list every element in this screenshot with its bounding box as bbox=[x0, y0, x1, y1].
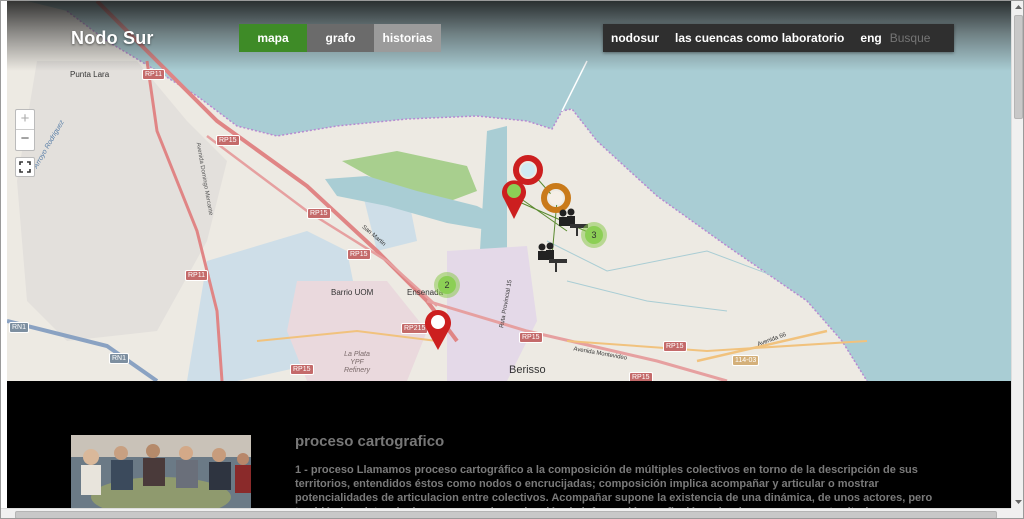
top-nav: nodosur las cuencas como laboratorio eng bbox=[603, 24, 954, 52]
view-tabs: mapa grafo historias bbox=[239, 24, 441, 52]
vertical-scrollbar[interactable] bbox=[1011, 1, 1024, 508]
section-title: proceso cartografico bbox=[295, 433, 445, 450]
nav-link-eng[interactable]: eng bbox=[852, 31, 889, 45]
road-shield: RP15 bbox=[519, 332, 543, 343]
marker-cluster[interactable]: 2 bbox=[434, 272, 460, 298]
map-pin-red[interactable] bbox=[499, 175, 529, 221]
tab-historias[interactable]: historias bbox=[374, 24, 441, 52]
zoom-out-button[interactable]: − bbox=[16, 130, 34, 150]
road-shield: RN1 bbox=[109, 353, 130, 364]
marker-cluster[interactable]: 3 bbox=[581, 222, 607, 248]
map-label-punta-lara: Punta Lara bbox=[70, 70, 110, 79]
road-shield: RP15 bbox=[663, 341, 687, 352]
nav-link-cuencas[interactable]: las cuencas como laboratorio bbox=[667, 31, 852, 45]
zoom-control: + − bbox=[15, 109, 35, 151]
nav-link-nodosur[interactable]: nodosur bbox=[603, 31, 667, 45]
vertical-scroll-thumb[interactable] bbox=[1014, 15, 1023, 119]
road-shield: RN1 bbox=[9, 322, 30, 333]
search-input[interactable] bbox=[889, 31, 930, 45]
tab-grafo[interactable]: grafo bbox=[307, 24, 374, 52]
cluster-count: 2 bbox=[438, 276, 456, 294]
story-photo[interactable] bbox=[71, 435, 251, 508]
browser-viewport: Punta Lara Barrio UOM Ensenada Berisso L… bbox=[0, 0, 1024, 519]
section-body: 1 - proceso Llamamos proceso cartográfic… bbox=[295, 464, 933, 508]
horizontal-scroll-thumb[interactable] bbox=[15, 511, 997, 518]
road-shield: RP11 bbox=[142, 69, 165, 80]
fullscreen-button[interactable] bbox=[15, 157, 35, 177]
tab-mapa[interactable]: mapa bbox=[239, 24, 307, 52]
zoom-in-button[interactable]: + bbox=[16, 110, 34, 130]
road-shield: RP15 bbox=[216, 135, 240, 146]
map-canvas[interactable]: Punta Lara Barrio UOM Ensenada Berisso L… bbox=[7, 1, 1011, 381]
map-pin-red-ensenada[interactable] bbox=[422, 304, 454, 352]
road-shield: RP15 bbox=[307, 208, 331, 219]
brand-logo[interactable]: Nodo Sur bbox=[71, 28, 154, 49]
scroll-down-arrow-icon[interactable] bbox=[1012, 495, 1024, 508]
fullscreen-icon bbox=[19, 161, 31, 173]
cluster-count: 3 bbox=[585, 226, 603, 244]
scrollbar-corner bbox=[1011, 508, 1023, 518]
map-label-barrio-uom: Barrio UOM bbox=[331, 288, 374, 297]
map-label-berisso: Berisso bbox=[509, 364, 546, 376]
people-meeting-icon[interactable] bbox=[535, 242, 569, 274]
road-shield: RP15 bbox=[629, 372, 653, 381]
road-shield: RP15 bbox=[347, 249, 371, 260]
road-shield: 114-03 bbox=[732, 355, 760, 366]
content-section: proceso cartografico 1 - proceso Llamamo… bbox=[7, 381, 1011, 508]
scroll-up-arrow-icon[interactable] bbox=[1012, 1, 1024, 14]
road-shield: RP11 bbox=[185, 270, 208, 281]
group-photo-image bbox=[71, 435, 251, 508]
road-shield: RP15 bbox=[290, 364, 314, 375]
map-label-ypf-refinery: La Plata YPF Refinery bbox=[343, 351, 371, 374]
horizontal-scrollbar[interactable] bbox=[1, 508, 1011, 518]
